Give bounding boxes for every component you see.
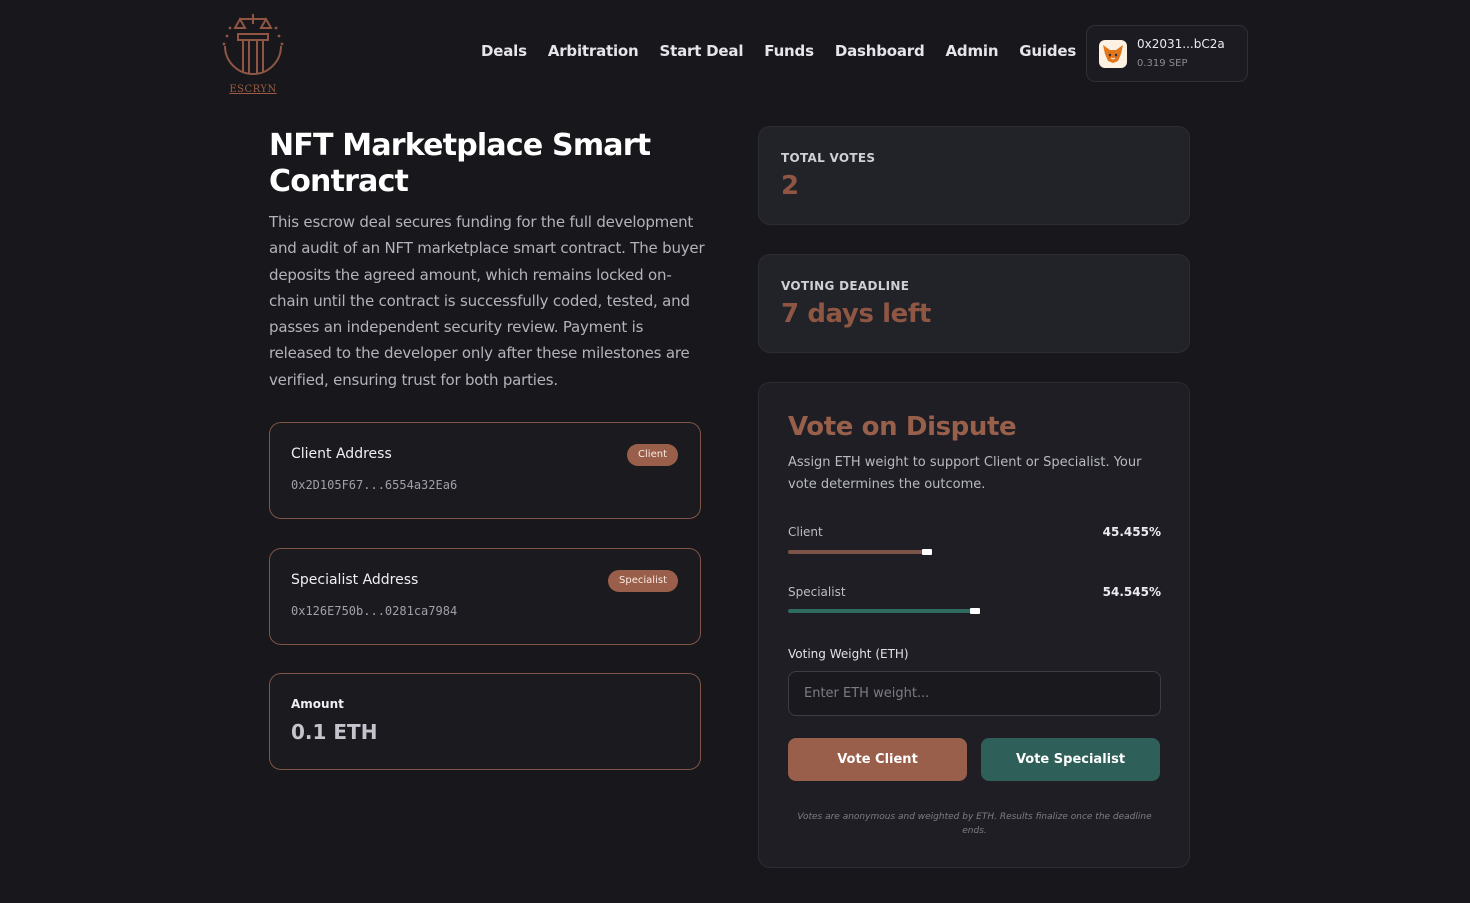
wallet-button[interactable]: 0x2031...bC2a 0.319 SEP (1086, 25, 1248, 82)
nav-start-deal[interactable]: Start Deal (660, 42, 744, 60)
escryn-logo[interactable]: ESCRYN (218, 8, 290, 98)
specialist-badge: Specialist (608, 570, 678, 592)
page: ESCRYN Deals Arbitration Start Deal Fund… (0, 0, 1470, 903)
client-bar-label: Client (788, 525, 823, 539)
amount-value: 0.1 ETH (291, 720, 378, 744)
specialist-address-label: Specialist Address (291, 572, 419, 588)
voting-deadline-label: VOTING DEADLINE (781, 279, 910, 293)
vote-specialist-button[interactable]: Vote Specialist (981, 738, 1160, 781)
nav-guides[interactable]: Guides (1019, 42, 1076, 60)
voting-weight-label: Voting Weight (ETH) (788, 647, 909, 661)
client-badge: Client (627, 444, 678, 466)
vote-panel: Vote on Dispute Assign ETH weight to sup… (758, 382, 1190, 868)
client-bar-fill (788, 550, 928, 554)
nav-dashboard[interactable]: Dashboard (835, 42, 925, 60)
client-bar-marker (922, 549, 932, 555)
specialist-bar-marker (970, 608, 980, 614)
nav-arbitration[interactable]: Arbitration (548, 42, 639, 60)
vote-title: Vote on Dispute (788, 412, 1017, 442)
specialist-address-value: 0x126E750b...0281ca7984 (291, 604, 458, 618)
nav-funds[interactable]: Funds (764, 42, 814, 60)
vote-description: Assign ETH weight to support Client or S… (788, 455, 1142, 492)
deal-title: NFT Marketplace Smart Contract (269, 128, 651, 199)
client-address-card: Client Address Client 0x2D105F67...6554a… (269, 422, 701, 519)
vote-client-button[interactable]: Vote Client (788, 738, 967, 781)
logo-text: ESCRYN (229, 84, 277, 95)
amount-label: Amount (291, 697, 344, 711)
specialist-address-card: Specialist Address Specialist 0x126E750b… (269, 548, 701, 645)
wallet-balance: 0.319 SEP (1137, 58, 1188, 69)
client-address-value: 0x2D105F67...6554a32Ea6 (291, 478, 458, 492)
voting-deadline-card: VOTING DEADLINE 7 days left (758, 254, 1190, 353)
amount-card: Amount 0.1 ETH (269, 673, 701, 770)
client-vote-bar (788, 549, 1160, 555)
deal-description: This escrow deal secures funding for the… (269, 213, 705, 389)
nav-deals[interactable]: Deals (481, 42, 527, 60)
metamask-fox-icon (1099, 40, 1127, 68)
client-address-label: Client Address (291, 446, 392, 462)
nav-admin[interactable]: Admin (946, 42, 999, 60)
specialist-bar-label: Specialist (788, 585, 846, 599)
total-votes-label: TOTAL VOTES (781, 151, 876, 165)
scales-of-justice-icon (222, 14, 284, 75)
total-votes-card: TOTAL VOTES 2 (758, 126, 1190, 225)
main-nav: Deals Arbitration Start Deal Funds Dashb… (481, 42, 1076, 60)
specialist-bar-fill (788, 609, 976, 613)
voting-weight-input[interactable] (788, 671, 1161, 716)
wallet-address: 0x2031...bC2a (1137, 37, 1225, 51)
voting-deadline-value: 7 days left (781, 299, 931, 329)
total-votes-value: 2 (781, 171, 799, 201)
client-percent: 45.455% (1102, 525, 1161, 539)
specialist-vote-bar (788, 608, 1160, 614)
vote-footnote: Votes are anonymous and weighted by ETH.… (797, 812, 1152, 836)
specialist-percent: 54.545% (1102, 585, 1161, 599)
